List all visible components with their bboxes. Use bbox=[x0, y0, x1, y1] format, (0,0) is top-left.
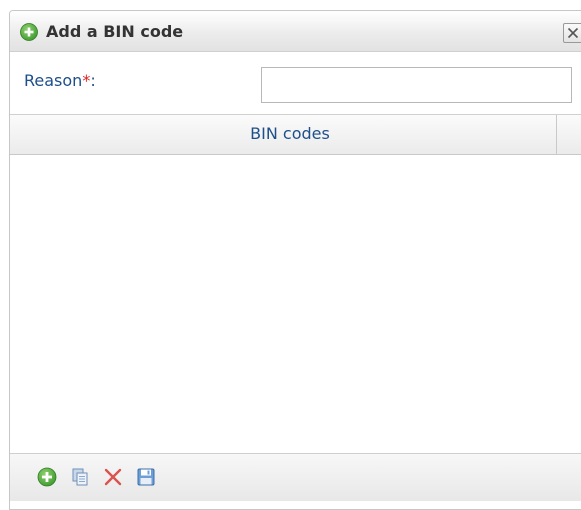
add-circle-icon bbox=[37, 467, 57, 487]
reason-input[interactable] bbox=[261, 67, 572, 103]
close-button[interactable] bbox=[563, 23, 581, 43]
dialog-title: Add a BIN code bbox=[46, 22, 184, 41]
add-circle-icon bbox=[20, 23, 38, 41]
reason-row: Reason*: bbox=[10, 52, 581, 114]
reason-label-text: Reason bbox=[24, 71, 83, 90]
close-icon bbox=[567, 27, 579, 39]
add-bin-code-dialog: Add a BIN code Reason*: BIN codes bbox=[9, 10, 581, 510]
grid-toolbar bbox=[10, 453, 581, 501]
bin-codes-grid: BIN codes bbox=[10, 114, 581, 509]
delete-icon bbox=[104, 468, 122, 486]
dialog-titlebar: Add a BIN code bbox=[10, 11, 581, 52]
copy-icon bbox=[72, 468, 88, 486]
label-suffix: : bbox=[90, 71, 96, 90]
save-icon bbox=[137, 468, 155, 486]
grid-body[interactable] bbox=[10, 155, 581, 453]
delete-button[interactable] bbox=[103, 467, 125, 489]
save-button[interactable] bbox=[136, 467, 158, 489]
column-header-bin-codes[interactable]: BIN codes bbox=[24, 115, 557, 154]
reason-label: Reason*: bbox=[24, 71, 96, 90]
grid-header: BIN codes bbox=[10, 115, 581, 155]
add-button[interactable] bbox=[37, 467, 59, 489]
copy-button[interactable] bbox=[70, 467, 92, 489]
